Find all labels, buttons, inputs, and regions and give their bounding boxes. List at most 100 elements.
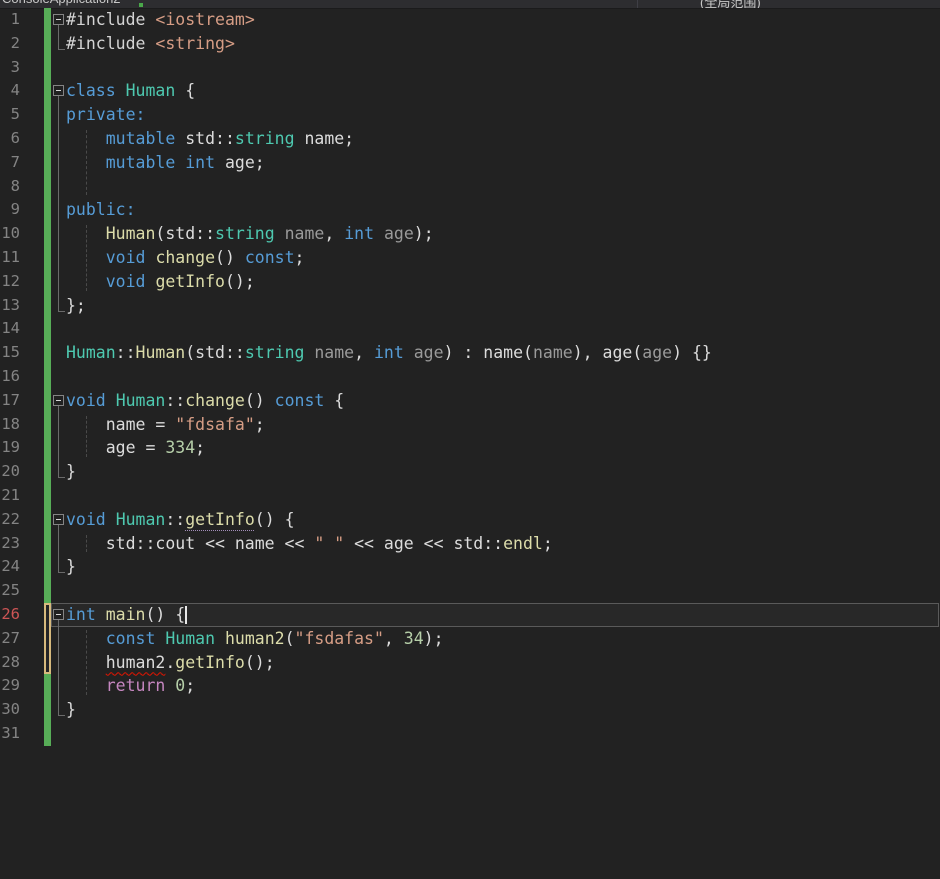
line-number[interactable]: 23 <box>0 532 20 556</box>
line-number[interactable]: 2 <box>0 32 20 56</box>
code-token: human2 <box>106 653 166 672</box>
code-token: std::cout << name << <box>66 534 314 553</box>
line-number[interactable]: 1 <box>0 8 20 32</box>
code-line[interactable]: 2#include <string> <box>0 32 940 56</box>
line-number[interactable]: 22 <box>0 508 20 532</box>
code-token: getInfo <box>155 272 225 291</box>
project-dropdown[interactable]: ConsoleApplication2 <box>2 0 121 6</box>
code-token: name <box>285 224 325 243</box>
line-number[interactable]: 30 <box>0 698 20 722</box>
code-line[interactable]: 23 std::cout << name << " " << age << st… <box>0 532 940 556</box>
code-line[interactable]: 26int main() { <box>0 603 940 627</box>
code-line[interactable]: 17void Human::change() const { <box>0 389 940 413</box>
code-line[interactable]: 3 <box>0 56 940 80</box>
code-text: human2.getInfo(); <box>66 651 275 675</box>
code-token: , <box>324 224 344 243</box>
code-token: Human <box>106 224 156 243</box>
code-line[interactable]: 30} <box>0 698 940 722</box>
line-number[interactable]: 3 <box>0 56 20 80</box>
line-number[interactable]: 7 <box>0 151 20 175</box>
line-number[interactable]: 31 <box>0 722 20 746</box>
navbar-divider <box>637 0 638 8</box>
code-token: const <box>106 629 156 648</box>
code-token: return <box>106 676 166 695</box>
code-editor[interactable]: 1 #include <iostream>2#include <string>34… <box>0 8 940 879</box>
code-text: name = "fdsafa"; <box>66 413 265 437</box>
fold-marker-icon[interactable] <box>53 514 64 525</box>
line-number[interactable]: 24 <box>0 555 20 579</box>
code-text: #include <iostream> <box>66 8 255 32</box>
code-token: const <box>275 391 325 410</box>
fold-marker-icon[interactable] <box>53 14 64 25</box>
line-number[interactable]: 19 <box>0 436 20 460</box>
code-token: . <box>165 653 175 672</box>
code-token <box>175 153 185 172</box>
line-number[interactable]: 17 <box>0 389 20 413</box>
code-token: ), age( <box>573 343 643 362</box>
code-line[interactable]: 27 const Human human2("fsdafas", 34); <box>0 627 940 651</box>
line-number[interactable]: 18 <box>0 413 20 437</box>
code-line[interactable]: 31 <box>0 722 940 746</box>
code-token: change <box>185 391 245 410</box>
code-token <box>106 510 116 529</box>
code-token: void <box>106 272 146 291</box>
line-number[interactable]: 26 <box>0 603 20 627</box>
line-number[interactable]: 15 <box>0 341 20 365</box>
line-number[interactable]: 21 <box>0 484 20 508</box>
code-line[interactable]: 18 name = "fdsafa"; <box>0 413 940 437</box>
line-number[interactable]: 25 <box>0 579 20 603</box>
line-number[interactable]: 13 <box>0 294 20 318</box>
line-number[interactable]: 16 <box>0 365 20 389</box>
code-line[interactable]: 22void Human::getInfo() { <box>0 508 940 532</box>
code-token: } <box>66 700 76 719</box>
code-token: ; <box>543 534 553 553</box>
code-token: #include <box>66 10 145 29</box>
code-line[interactable]: 5private: <box>0 103 940 127</box>
line-number[interactable]: 27 <box>0 627 20 651</box>
code-line[interactable]: 21 <box>0 484 940 508</box>
code-line[interactable]: 19 age = 334; <box>0 436 940 460</box>
fold-marker-icon[interactable] <box>53 85 64 96</box>
code-token: int <box>66 605 96 624</box>
code-line[interactable]: 12 void getInfo(); <box>0 270 940 294</box>
code-line[interactable]: 20} <box>0 460 940 484</box>
code-line[interactable]: 24} <box>0 555 940 579</box>
code-line[interactable]: 15Human::Human(std::string name, int age… <box>0 341 940 365</box>
line-number[interactable]: 8 <box>0 175 20 199</box>
line-number[interactable]: 14 <box>0 317 20 341</box>
code-line[interactable]: 8 <box>0 175 940 199</box>
code-line[interactable]: 25 <box>0 579 940 603</box>
code-token <box>96 605 106 624</box>
code-token: , <box>354 343 374 362</box>
line-number[interactable]: 20 <box>0 460 20 484</box>
code-line[interactable]: 16 <box>0 365 940 389</box>
code-token: int <box>344 224 374 243</box>
line-number[interactable]: 5 <box>0 103 20 127</box>
code-token <box>66 248 106 267</box>
code-line[interactable]: 14 <box>0 317 940 341</box>
code-line[interactable]: 7 mutable int age; <box>0 151 940 175</box>
code-token <box>304 343 314 362</box>
line-number[interactable]: 11 <box>0 246 20 270</box>
line-number[interactable]: 4 <box>0 79 20 103</box>
line-number[interactable]: 29 <box>0 674 20 698</box>
line-number[interactable]: 9 <box>0 198 20 222</box>
code-token <box>146 272 156 291</box>
code-line[interactable]: 11 void change() const; <box>0 246 940 270</box>
code-line[interactable]: 13}; <box>0 294 940 318</box>
code-line[interactable]: 9public: <box>0 198 940 222</box>
code-line[interactable]: 1 #include <iostream> <box>0 8 940 32</box>
code-token: ) {} <box>672 343 712 362</box>
code-line[interactable]: 6 mutable std::string name; <box>0 127 940 151</box>
code-token: age <box>384 224 414 243</box>
code-line[interactable]: 29 return 0; <box>0 674 940 698</box>
line-number[interactable]: 12 <box>0 270 20 294</box>
fold-marker-icon[interactable] <box>53 609 64 620</box>
code-line[interactable]: 4class Human { <box>0 79 940 103</box>
line-number[interactable]: 28 <box>0 651 20 675</box>
code-line[interactable]: 10 Human(std::string name, int age); <box>0 222 940 246</box>
fold-marker-icon[interactable] <box>53 395 64 406</box>
line-number[interactable]: 6 <box>0 127 20 151</box>
line-number[interactable]: 10 <box>0 222 20 246</box>
code-line[interactable]: 28 human2.getInfo(); <box>0 651 940 675</box>
